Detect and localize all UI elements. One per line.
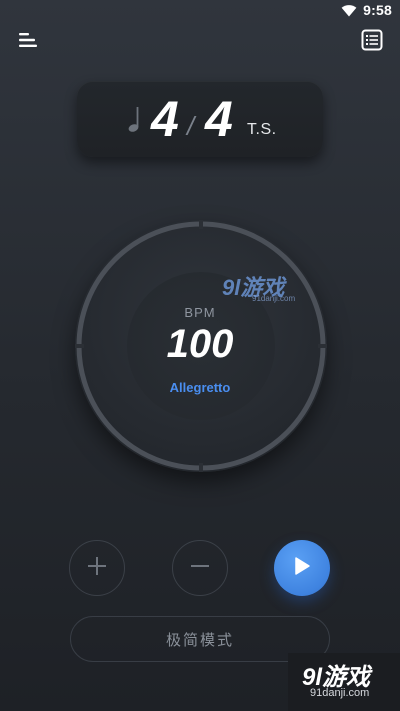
- bpm-value: 100: [166, 322, 234, 366]
- watermark-logo-sub: 91danji.com: [252, 294, 296, 303]
- increase-bpm-button[interactable]: [69, 540, 125, 596]
- bpm-label: BPM: [184, 305, 216, 320]
- corner-watermark: 9l游戏 91danji.com: [288, 653, 400, 711]
- minus-icon: [190, 556, 210, 581]
- time-signature-unit: 4: [205, 91, 233, 147]
- play-icon: [293, 556, 311, 581]
- wifi-icon: [341, 4, 357, 17]
- plus-icon: [87, 556, 107, 581]
- list-button[interactable]: [358, 28, 386, 56]
- tempo-name: Allegretto: [169, 380, 231, 395]
- quarter-note-icon: [127, 105, 141, 138]
- status-bar: 9:58: [0, 0, 400, 22]
- time-signature-label: T.S.: [247, 121, 277, 138]
- time-signature-beats: 4: [151, 91, 179, 147]
- decrease-bpm-button[interactable]: [172, 540, 228, 596]
- corner-watermark-sub: 91danji.com: [310, 687, 370, 699]
- simple-mode-label: 极简模式: [165, 631, 234, 649]
- status-time: 9:58: [363, 2, 392, 18]
- time-signature-card[interactable]: 4 / 4 T.S.: [77, 81, 323, 157]
- watermark-logo: 9l游戏 91danji.com: [222, 268, 318, 308]
- list-icon: [361, 29, 383, 56]
- play-button[interactable]: [274, 540, 330, 596]
- status-right: 9:58: [341, 2, 392, 18]
- time-signature-separator: /: [187, 111, 195, 141]
- menu-button[interactable]: [14, 28, 42, 56]
- menu-icon: [18, 32, 38, 53]
